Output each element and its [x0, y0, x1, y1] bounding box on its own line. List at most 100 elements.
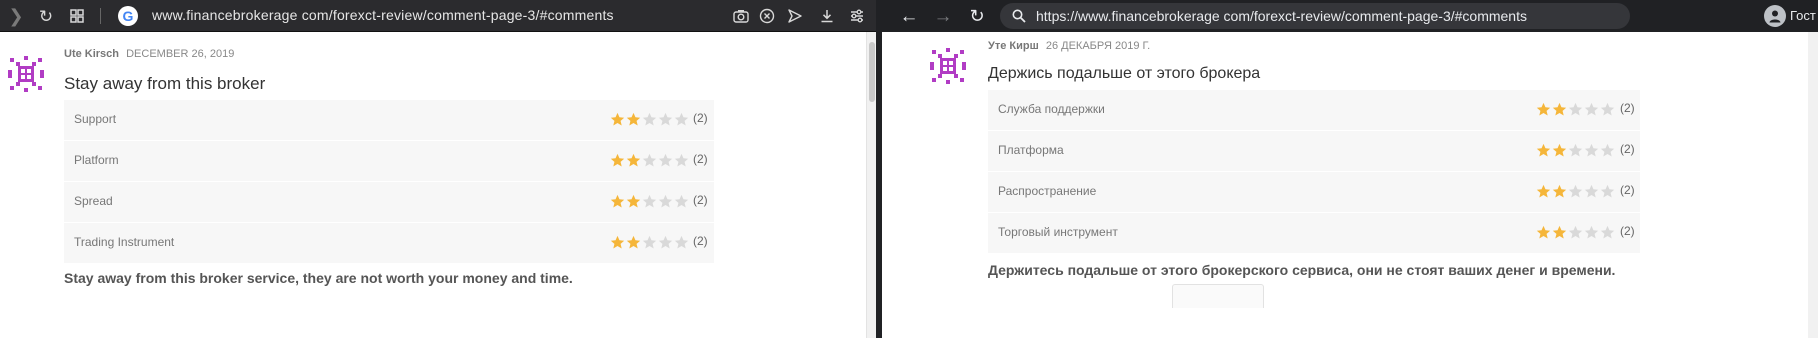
rating-count: (2) — [693, 111, 708, 125]
camera-icon[interactable] — [732, 7, 750, 25]
star-empty-icon — [1584, 102, 1599, 122]
omnibox[interactable]: https://www.financebrokerage com/forexct… — [1000, 3, 1630, 29]
star-empty-icon — [1584, 143, 1599, 163]
star-filled-icon — [610, 153, 625, 173]
star-empty-icon — [674, 235, 689, 255]
avatar — [8, 56, 44, 92]
star-empty-icon — [1568, 143, 1583, 163]
rating-stars — [1536, 184, 1615, 204]
star-filled-icon — [1536, 143, 1551, 163]
rating-label: Support — [74, 112, 117, 126]
comment-author[interactable]: Ute Kirsch — [64, 48, 119, 60]
rating-row: Распространение (2) — [988, 172, 1640, 213]
google-icon[interactable]: G — [118, 6, 138, 26]
star-empty-icon — [1600, 225, 1615, 245]
reply-button-partial[interactable] — [1172, 284, 1264, 308]
reload-icon[interactable]: ↻ — [966, 5, 988, 27]
star-empty-icon — [658, 194, 673, 214]
comment-title: Держись подальше от этого брокера — [988, 65, 1261, 82]
guest-label[interactable]: Гост — [1790, 8, 1816, 23]
comment: Уте Кирш 26 ДЕКАБРЯ 2019 Г. Держись пода… — [882, 32, 1808, 338]
comment-body: Держитесь подальше от этого брокерского … — [988, 262, 1616, 278]
download-icon[interactable] — [818, 7, 836, 25]
reload-icon[interactable]: ↻ — [36, 6, 56, 26]
rating-stars — [1536, 102, 1615, 122]
star-filled-icon — [1552, 143, 1567, 163]
rating-row: Platform (2) — [64, 141, 714, 182]
rating-count: (2) — [693, 152, 708, 166]
comment-author[interactable]: Уте Кирш — [988, 40, 1039, 52]
star-empty-icon — [674, 194, 689, 214]
back-icon[interactable]: ❯ — [6, 6, 26, 26]
star-filled-icon — [626, 153, 641, 173]
address-bar[interactable]: www.financebrokerage com/forexct-review/… — [152, 7, 614, 23]
rating-count: (2) — [1620, 142, 1635, 156]
forward-arrow-icon[interactable]: → — [932, 5, 954, 27]
search-icon — [1010, 7, 1028, 25]
star-filled-icon — [1536, 102, 1551, 122]
profile-icon[interactable] — [1764, 5, 1786, 27]
star-empty-icon — [642, 112, 657, 132]
rating-count: (2) — [1620, 101, 1635, 115]
settings-sliders-icon[interactable] — [848, 7, 866, 25]
star-empty-icon — [1584, 225, 1599, 245]
star-filled-icon — [1552, 184, 1567, 204]
star-empty-icon — [1600, 184, 1615, 204]
rating-stars — [610, 194, 689, 214]
rating-count: (2) — [1620, 224, 1635, 238]
rating-row: Служба поддержки (2) — [988, 90, 1640, 131]
star-filled-icon — [1552, 225, 1567, 245]
star-empty-icon — [642, 235, 657, 255]
rating-label: Платформа — [998, 143, 1064, 157]
star-filled-icon — [626, 235, 641, 255]
star-empty-icon — [674, 153, 689, 173]
ratings-table: Support (2) Platform (2) Spread (2) Trading In… — [64, 100, 714, 264]
star-filled-icon — [1536, 184, 1551, 204]
screenshot: ❯ ↻ G www.financebrokerage com/forexct-r… — [0, 0, 1818, 338]
rating-count: (2) — [693, 193, 708, 207]
rating-count: (2) — [1620, 183, 1635, 197]
rating-stars — [610, 235, 689, 255]
ratings-table: Служба поддержки (2) Платформа (2) Распростр… — [988, 90, 1640, 254]
comment: Ute Kirsch DECEMBER 26, 2019 Stay away f… — [0, 32, 866, 338]
rating-label: Торговый инструмент — [998, 225, 1118, 239]
rating-label: Служба поддержки — [998, 102, 1105, 116]
comment-meta: Ute Kirsch DECEMBER 26, 2019 — [64, 48, 234, 60]
star-empty-icon — [642, 194, 657, 214]
comment-title: Stay away from this broker — [64, 74, 266, 93]
rating-stars — [610, 153, 689, 173]
star-empty-icon — [1568, 225, 1583, 245]
scrollbar[interactable] — [1808, 32, 1818, 338]
star-filled-icon — [610, 235, 625, 255]
comment-date: 26 ДЕКАБРЯ 2019 Г. — [1045, 40, 1151, 52]
star-empty-icon — [658, 112, 673, 132]
avatar — [930, 48, 966, 84]
rating-stars — [610, 112, 689, 132]
star-empty-icon — [642, 153, 657, 173]
left-browser-toolbar: ❯ ↻ G www.financebrokerage com/forexct-r… — [0, 0, 876, 32]
send-icon[interactable] — [786, 7, 804, 25]
address-bar[interactable]: https://www.financebrokerage com/forexct… — [1036, 8, 1527, 24]
star-empty-icon — [1600, 143, 1615, 163]
rating-label: Распространение — [998, 184, 1097, 198]
star-empty-icon — [658, 153, 673, 173]
left-browser-window: ❯ ↻ G www.financebrokerage com/forexct-r… — [0, 0, 876, 338]
rating-row: Spread (2) — [64, 182, 714, 223]
right-browser-window: ← → ↻ https://www.financebrokerage com/f… — [882, 0, 1818, 338]
star-filled-icon — [626, 112, 641, 132]
scrollbar[interactable] — [866, 32, 876, 338]
star-empty-icon — [1568, 184, 1583, 204]
scrollbar-thumb[interactable] — [869, 42, 875, 102]
star-empty-icon — [1600, 102, 1615, 122]
star-filled-icon — [1536, 225, 1551, 245]
block-tracker-icon[interactable] — [758, 7, 776, 25]
rating-row: Торговый инструмент (2) — [988, 213, 1640, 254]
speed-dial-icon[interactable] — [68, 7, 86, 25]
comment-body: Stay away from this broker service, they… — [64, 270, 573, 286]
rating-stars — [1536, 143, 1615, 163]
star-filled-icon — [1552, 102, 1567, 122]
star-empty-icon — [1584, 184, 1599, 204]
star-empty-icon — [674, 112, 689, 132]
back-arrow-icon[interactable]: ← — [898, 5, 920, 27]
rating-label: Platform — [74, 153, 119, 167]
